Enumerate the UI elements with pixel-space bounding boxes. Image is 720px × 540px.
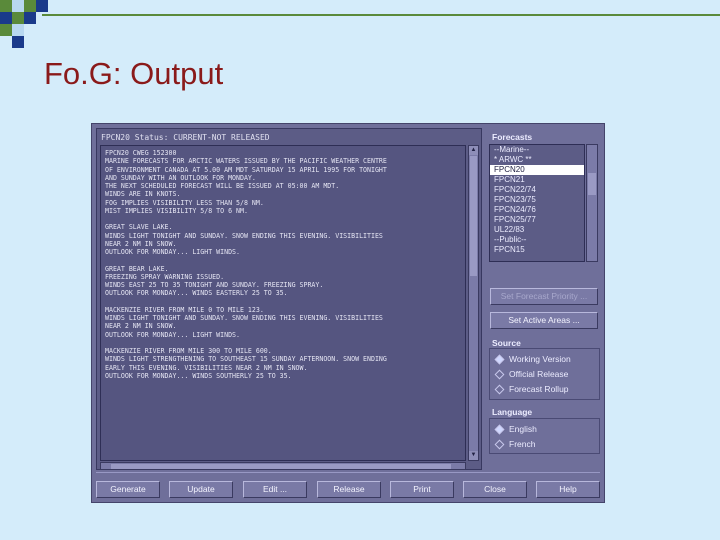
radio-diamond-icon (494, 354, 505, 365)
forecast-text-line: FPCN20 CWEG 152300 (105, 149, 177, 157)
forecasts-listbox[interactable]: --Marine-- * ARWC ** FPCN20 FPCN21 FPCN22/74… (489, 144, 585, 262)
forecast-list-item[interactable]: FPCN15 (490, 245, 584, 255)
forecast-text-line: GREAT BEAR LAKE. (105, 264, 169, 273)
source-radio-group: Working Version Official Release Forecast … (489, 348, 600, 400)
radio-diamond-icon (494, 369, 505, 380)
forecast-list-item[interactable]: FPCN25/77 (490, 215, 584, 225)
forecast-list-item[interactable]: FPCN21 (490, 175, 584, 185)
forecast-list-item[interactable]: FPCN20 (490, 165, 584, 175)
forecast-text-line (105, 298, 461, 306)
forecast-text-line: NEAR 2 NM IN SNOW. (105, 239, 177, 248)
radio-diamond-icon (494, 384, 505, 395)
slide-top-rule (42, 14, 720, 16)
print-button[interactable]: Print (390, 481, 454, 498)
forecast-list-item[interactable]: FPCN22/74 (490, 185, 584, 195)
forecast-text-line: WINDS EAST 25 TO 35 TONIGHT AND SUNDAY. … (105, 281, 324, 289)
source-radio-label: Forecast Rollup (509, 384, 569, 394)
forecast-text-line: MIST IMPLIES VISIBILITY 5/8 TO 6 NM. (105, 206, 248, 215)
scroll-thumb[interactable] (470, 156, 477, 276)
forecast-text-panel: FPCN20 Status: CURRENT-NOT RELEASED FPCN… (96, 128, 482, 470)
forecast-text-line: WINDS LIGHT TONIGHT AND SUNDAY. SNOW END… (105, 231, 383, 240)
language-label: Language (492, 407, 533, 417)
forecast-text-line: MARINE FORECASTS FOR ARCTIC WATERS ISSUE… (105, 157, 387, 166)
forecast-text-line: OUTLOOK FOR MONDAY... LIGHT WINDS. (105, 330, 240, 339)
forecast-text-line: OUTLOOK FOR MONDAY... LIGHT WINDS. (105, 248, 240, 256)
forecast-text-line (105, 215, 461, 223)
forecast-text-line: FOG IMPLIES VISIBILITY LESS THAN 5/8 NM. (105, 198, 264, 207)
forecast-list-item[interactable]: --Public-- (490, 235, 584, 245)
forecast-text-line: MACKENZIE RIVER FROM MILE 300 TO MILE 60… (105, 347, 272, 355)
forecast-list-item[interactable]: FPCN23/75 (490, 195, 584, 205)
forecast-status-line: FPCN20 Status: CURRENT-NOT RELEASED (101, 133, 270, 142)
forecasts-label: Forecasts (492, 132, 533, 142)
forecast-text-line: WINDS ARE IN KNOTS. (105, 190, 181, 199)
edit-button[interactable]: Edit ... (243, 481, 307, 498)
text-horizontal-scrollbar[interactable] (100, 462, 466, 470)
source-radio[interactable]: Official Release (494, 369, 569, 381)
forecast-list-item[interactable]: UL22/83 (490, 225, 584, 235)
help-button[interactable]: Help (536, 481, 600, 498)
radio-diamond-icon (494, 439, 505, 450)
release-button[interactable]: Release (317, 481, 381, 498)
forecast-output-window: FPCN20 Status: CURRENT-NOT RELEASED FPCN… (91, 123, 605, 503)
forecast-text-line: FREEZING SPRAY WARNING ISSUED. (105, 272, 225, 281)
source-label: Source (492, 338, 521, 348)
forecast-list-item[interactable]: FPCN24/76 (490, 205, 584, 215)
update-button[interactable]: Update (169, 481, 233, 498)
slide-title: Fo.G: Output (44, 56, 224, 91)
generate-button[interactable]: Generate (96, 481, 160, 498)
forecast-text-line (105, 256, 461, 264)
scroll-up-icon[interactable]: ▲ (469, 146, 478, 155)
source-radio[interactable]: Working Version (494, 354, 571, 366)
forecast-text-line: WINDS LIGHT STRENGTHENING TO SOUTHEAST 1… (105, 355, 387, 364)
forecast-text-line: AND SUNDAY WITH AN OUTLOOK FOR MONDAY. (105, 173, 256, 182)
forecast-text-line: GREAT SLAVE LAKE. (105, 223, 173, 232)
set-forecast-priority-button[interactable]: Set Forecast Priority ... (490, 288, 598, 305)
forecasts-scrollbar[interactable] (586, 144, 598, 262)
button-bar-divider (96, 472, 600, 473)
forecast-text-line: MACKENZIE RIVER FROM MILE 0 TO MILE 123. (105, 305, 264, 314)
set-active-areas-button[interactable]: Set Active Areas ... (490, 312, 598, 329)
close-button[interactable]: Close (463, 481, 527, 498)
language-radio[interactable]: English (494, 424, 537, 436)
language-radio-label: English (509, 424, 537, 434)
language-radio-label: French (509, 439, 536, 449)
language-radio[interactable]: French (494, 439, 536, 451)
slide-decoration (0, 0, 60, 50)
scroll-down-icon[interactable]: ▼ (469, 451, 478, 460)
language-radio-group: English French (489, 418, 600, 454)
forecast-text-line: THE NEXT SCHEDULED FORECAST WILL BE ISSU… (105, 182, 340, 190)
forecast-list-item[interactable]: --Marine-- (490, 145, 584, 155)
forecast-text-area[interactable]: FPCN20 CWEG 152300 MARINE FORECASTS FOR A… (100, 145, 466, 461)
source-radio[interactable]: Forecast Rollup (494, 384, 569, 396)
forecast-text-line: NEAR 2 NM IN SNOW. (105, 322, 177, 331)
forecast-list-item[interactable]: * ARWC ** (490, 155, 584, 165)
forecast-text-line: OUTLOOK FOR MONDAY... WINDS EASTERLY 25 … (105, 289, 288, 298)
forecast-text-line: OUTLOOK FOR MONDAY... WINDS SOUTHERLY 25… (105, 371, 292, 380)
hscroll-thumb[interactable] (111, 464, 451, 469)
forecast-text-line (105, 339, 461, 347)
forecast-text-line: WINDS LIGHT TONIGHT AND SUNDAY. SNOW END… (105, 314, 383, 322)
radio-diamond-icon (494, 424, 505, 435)
forecast-text-line: OF ENVIRONMENT CANADA AT 5.00 AM MDT SAT… (105, 165, 387, 174)
text-vertical-scrollbar[interactable]: ▲ ▼ (468, 145, 479, 461)
source-radio-label: Official Release (509, 369, 569, 379)
source-radio-label: Working Version (509, 354, 571, 364)
forecasts-scroll-thumb[interactable] (588, 173, 596, 195)
forecast-text-line: EARLY THIS EVENING. VISIBILITIES NEAR 2 … (105, 363, 308, 372)
